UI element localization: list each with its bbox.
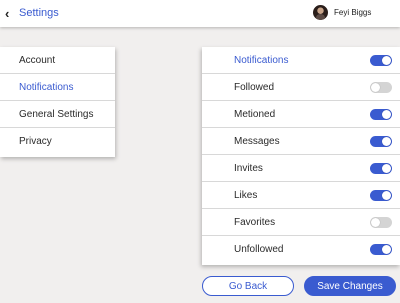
messages-toggle[interactable] bbox=[370, 135, 392, 147]
menu-item-account[interactable]: Account bbox=[0, 47, 115, 74]
avatar[interactable] bbox=[313, 5, 328, 20]
notifications-panel: Notifications Followed Metioned Messages… bbox=[202, 47, 400, 265]
go-back-button[interactable]: Go Back bbox=[202, 276, 294, 296]
toggle-knob bbox=[371, 82, 380, 92]
notifications-header-row: Notifications bbox=[202, 47, 400, 74]
menu-item-notifications[interactable]: Notifications bbox=[0, 74, 115, 101]
notification-row-mentioned: Metioned bbox=[202, 101, 400, 128]
notification-label: Invites bbox=[234, 162, 263, 174]
unfollowed-toggle[interactable] bbox=[370, 244, 392, 255]
toggle-knob bbox=[382, 163, 391, 173]
notification-row-unfollowed: Unfollowed bbox=[202, 236, 400, 263]
toggle-knob bbox=[382, 136, 391, 146]
page-title: Settings bbox=[19, 7, 59, 19]
notification-row-followed: Followed bbox=[202, 74, 400, 101]
chevron-left-icon[interactable]: ‹ bbox=[5, 7, 9, 20]
notification-row-messages: Messages bbox=[202, 128, 400, 155]
toggle-knob bbox=[382, 55, 391, 65]
toggle-knob bbox=[382, 109, 391, 119]
invites-toggle[interactable] bbox=[370, 162, 392, 174]
mentioned-toggle[interactable] bbox=[370, 108, 392, 120]
notification-label: Messages bbox=[234, 135, 280, 147]
notifications-master-toggle[interactable] bbox=[370, 54, 392, 66]
notification-row-invites: Invites bbox=[202, 155, 400, 182]
top-bar: ‹ Settings Feyi Biggs bbox=[0, 0, 400, 27]
likes-toggle[interactable] bbox=[370, 189, 392, 201]
notification-row-likes: Likes bbox=[202, 182, 400, 209]
user-name[interactable]: Feyi Biggs bbox=[334, 8, 371, 18]
notification-label: Favorites bbox=[234, 216, 276, 228]
notification-row-favorites: Favorites bbox=[202, 209, 400, 236]
notifications-title: Notifications bbox=[234, 54, 289, 66]
notification-label: Followed bbox=[234, 81, 275, 93]
followed-toggle[interactable] bbox=[370, 81, 392, 93]
toggle-knob bbox=[382, 190, 391, 200]
notification-label: Unfollowed bbox=[234, 244, 284, 255]
menu-item-general-settings[interactable]: General Settings bbox=[0, 101, 115, 128]
save-changes-button[interactable]: Save Changes bbox=[304, 276, 396, 296]
toggle-knob bbox=[382, 245, 391, 254]
menu-item-privacy[interactable]: Privacy bbox=[0, 128, 115, 155]
favorites-toggle[interactable] bbox=[370, 216, 392, 228]
toggle-knob bbox=[371, 217, 380, 227]
notification-label: Likes bbox=[234, 189, 258, 201]
settings-menu: Account Notifications General Settings P… bbox=[0, 47, 115, 157]
notification-label: Metioned bbox=[234, 108, 276, 120]
